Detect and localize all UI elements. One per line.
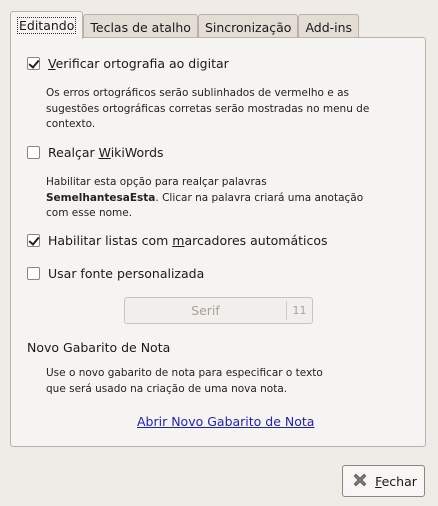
font-size: 11 [292,304,307,317]
tab-sincronizacao[interactable]: Sincronização [197,14,299,39]
font-picker-button[interactable]: Serif 11 [124,297,313,324]
tab-label: Add-ins [305,19,353,35]
note-template-title: Novo Gabarito de Nota [27,340,171,355]
custom-font-option[interactable]: Usar fonte personalizada [27,266,204,281]
spellcheck-label: Verificar ortografia ao digitar [48,56,229,71]
open-note-template-link[interactable]: Abrir Novo Gabarito de Nota [137,414,314,429]
note-template-description: Use o novo gabarito de nota para especif… [46,367,323,395]
wikiwords-option[interactable]: Realçar WikiWords [27,145,164,160]
tab-editando[interactable]: Editando [10,11,84,39]
auto-bullets-checkbox[interactable] [27,234,40,247]
spellcheck-description: Os erros ortográficos serão sublinhados … [46,87,370,130]
spellcheck-option[interactable]: Verificar ortografia ao digitar [27,56,229,71]
wikiwords-label: Realçar WikiWords [48,145,164,160]
custom-font-checkbox[interactable] [27,267,40,280]
tab-label: Teclas de atalho [90,19,191,35]
tab-add-ins[interactable]: Add-ins [298,14,360,39]
auto-bullets-label: Habilitar listas com marcadores automáti… [48,233,328,248]
close-label: Fechar [375,473,417,489]
auto-bullets-option[interactable]: Habilitar listas com marcadores automáti… [27,233,328,248]
tab-bar: Editando Teclas de atalho Sincronização … [10,11,360,39]
tab-label: Editando [17,17,77,34]
spellcheck-checkbox[interactable] [27,57,40,70]
custom-font-label: Usar fonte personalizada [48,266,205,281]
tab-label: Sincronização [204,19,292,35]
close-icon [353,473,367,487]
font-name: Serif [191,303,220,318]
tab-teclas-de-atalho[interactable]: Teclas de atalho [83,14,198,39]
wikiwords-checkbox[interactable] [27,146,40,159]
wikiwords-description: Habilitar esta opção para realçar palavr… [46,176,364,219]
editing-panel: Verificar ortografia ao digitar Os erros… [10,37,426,447]
close-button[interactable]: Fechar [342,465,425,497]
